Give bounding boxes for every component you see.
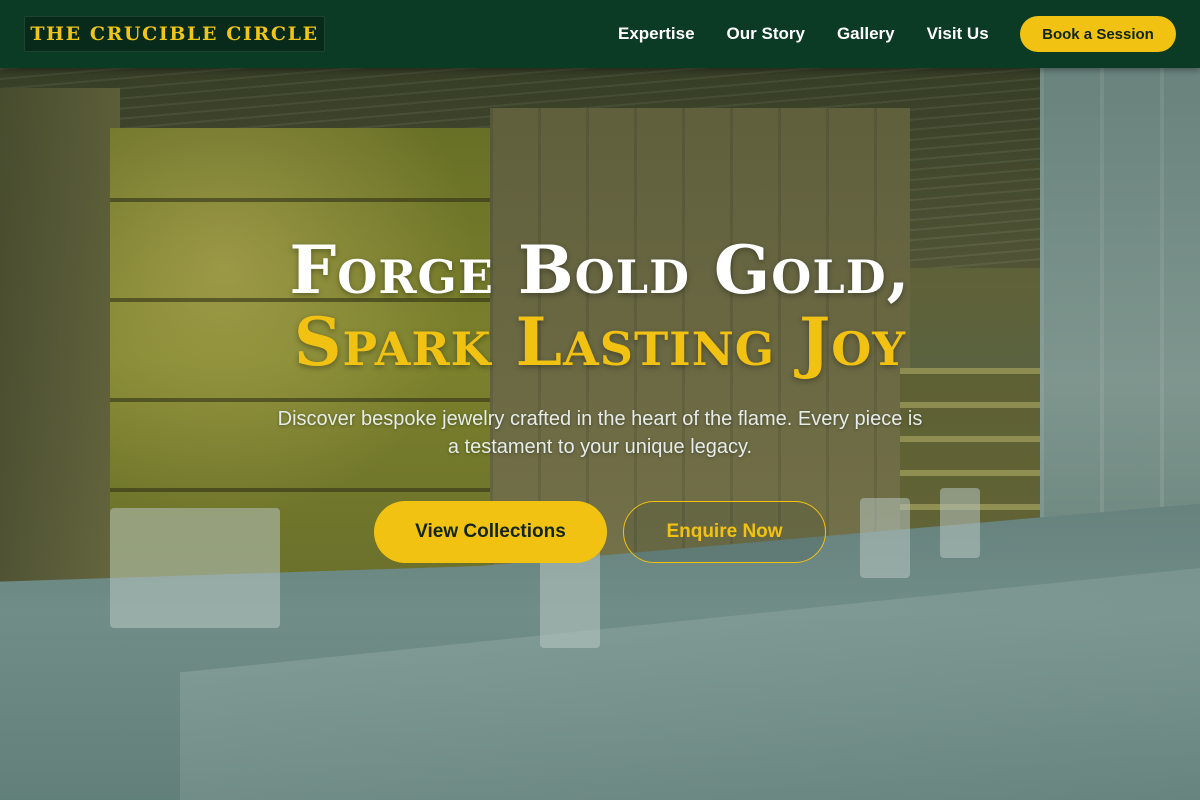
nav-link-our-story[interactable]: Our Story [711, 24, 821, 44]
nav-link-visit-us[interactable]: Visit Us [911, 24, 1005, 44]
nav-link-expertise[interactable]: Expertise [602, 24, 711, 44]
nav-link-gallery[interactable]: Gallery [821, 24, 911, 44]
book-session-button[interactable]: Book a Session [1020, 16, 1176, 52]
site-header: THE CRUCIBLE CIRCLE Expertise Our Story … [0, 0, 1200, 68]
hero-content: Forge Bold Gold, Spark Lasting Joy Disco… [0, 0, 1200, 800]
site-logo[interactable]: THE CRUCIBLE CIRCLE [24, 16, 325, 52]
enquire-now-button[interactable]: Enquire Now [623, 501, 826, 563]
hero-headline-line-1: Forge Bold Gold, [289, 231, 911, 309]
main-nav: Expertise Our Story Gallery Visit Us [602, 0, 1005, 68]
hero-subtitle: Discover bespoke jewelry crafted in the … [277, 408, 923, 458]
hero-headline-line-2: Spark Lasting Joy [293, 303, 907, 381]
view-collections-button[interactable]: View Collections [374, 501, 607, 563]
